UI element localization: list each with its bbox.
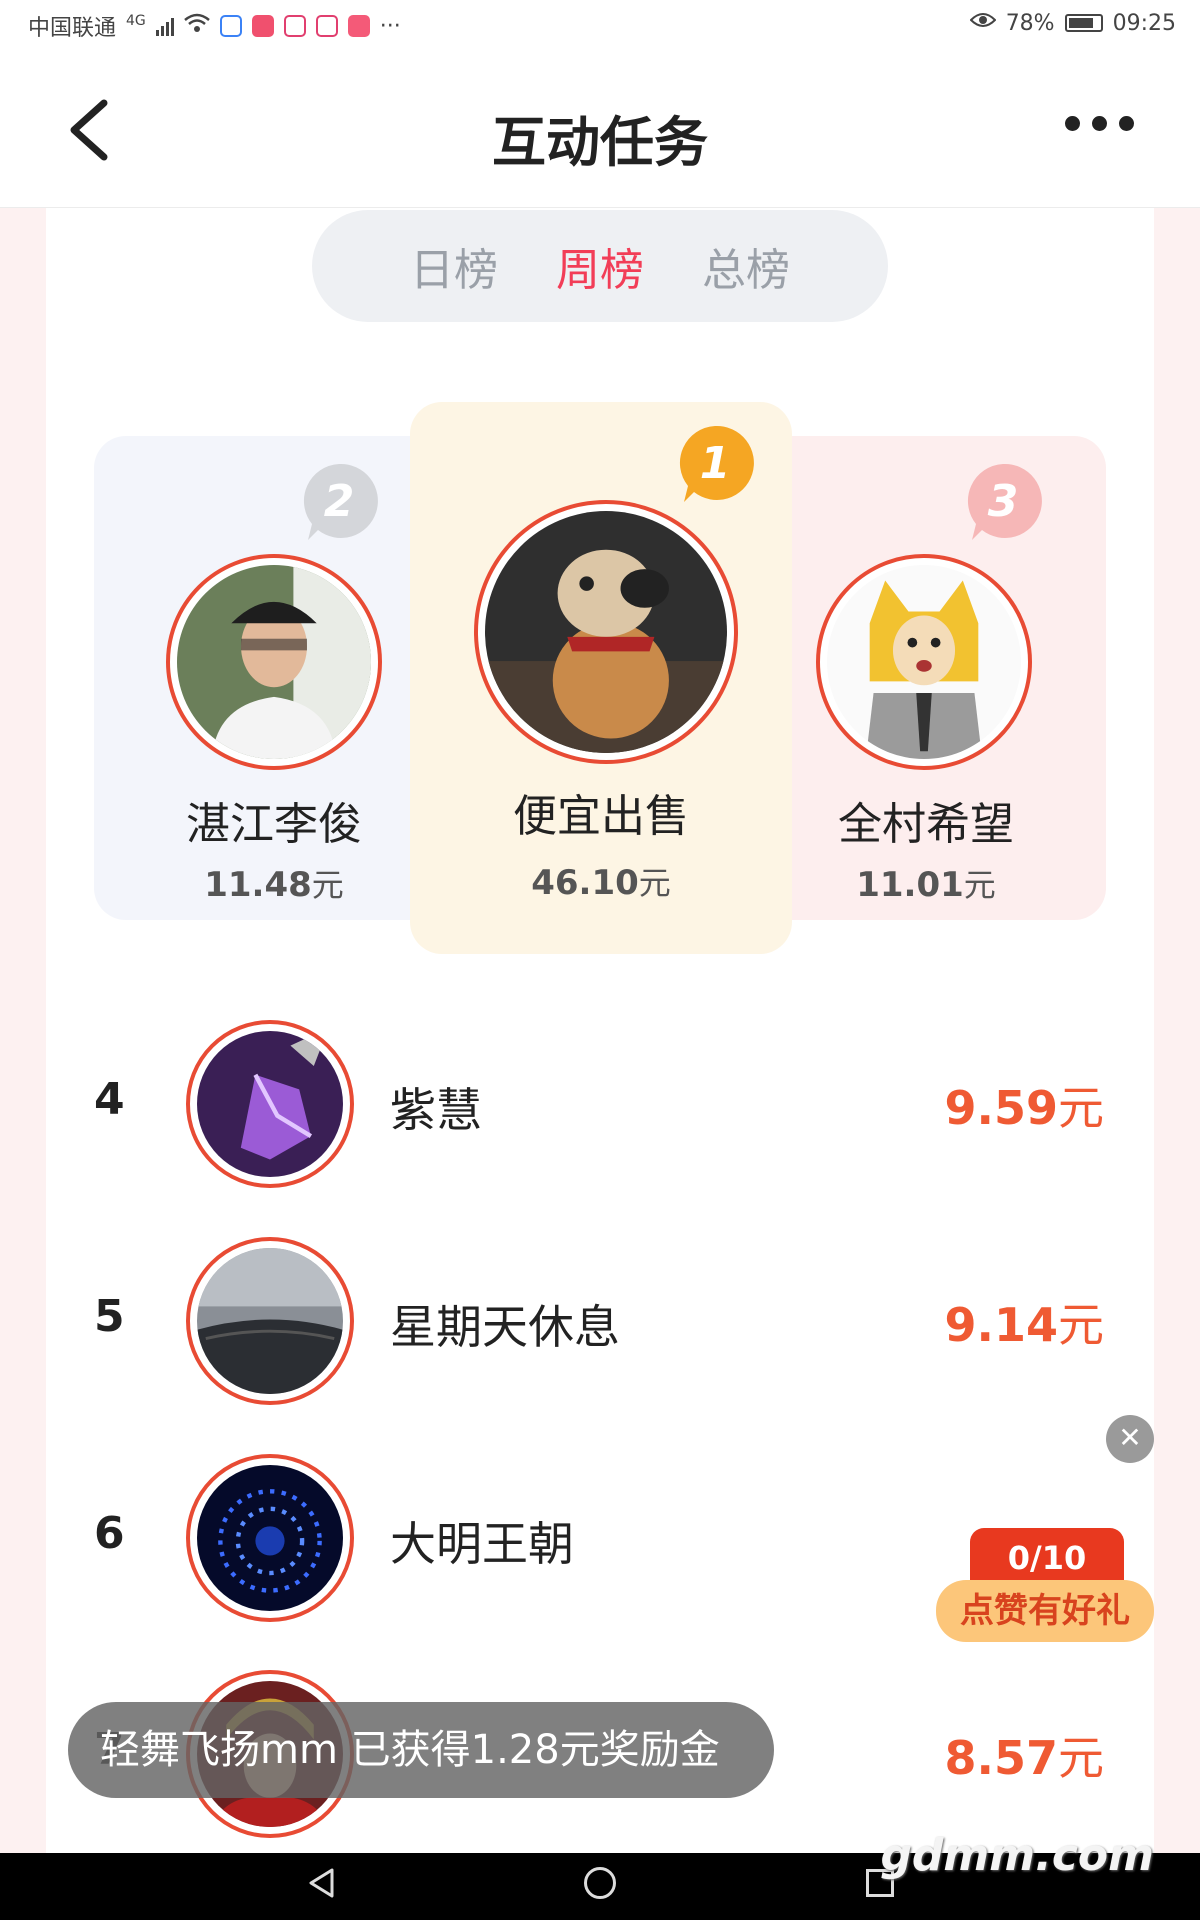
avatar	[816, 554, 1032, 770]
list-item-amount: 9.14元	[944, 1298, 1105, 1352]
list-item-name: 大明王朝	[390, 1517, 574, 1571]
dot-icon	[1092, 116, 1107, 131]
carrier-label: 中国联通	[28, 16, 117, 41]
podium-third[interactable]: 3 全村希望 11.01元	[746, 436, 1106, 920]
watermark: gdmm.com	[880, 1830, 1154, 1881]
svg-text:3: 3	[988, 476, 1019, 527]
network-type: 4G	[126, 13, 146, 29]
eye-comfort-icon	[969, 10, 997, 36]
svg-text:1: 1	[700, 438, 731, 489]
podium-name: 全村希望	[838, 799, 1014, 850]
reward-toast: 轻舞飞扬mm 已获得1.28元奖励金	[68, 1702, 774, 1798]
podium-name: 便宜出售	[513, 791, 689, 842]
app-icon-youku-2	[315, 15, 338, 37]
close-icon[interactable]: ✕	[1106, 1415, 1154, 1463]
page-title: 互动任务	[492, 111, 708, 174]
gift-label: 点赞有好礼	[936, 1580, 1154, 1642]
tab-weekly[interactable]: 周榜	[556, 234, 644, 298]
dot-icon	[1119, 116, 1134, 131]
more-options-button[interactable]	[1065, 116, 1134, 131]
wifi-icon	[183, 13, 210, 39]
podium-second[interactable]: 2 湛江李俊 11.48元	[94, 436, 454, 920]
battery-percent: 78%	[1005, 10, 1055, 36]
tab-daily[interactable]: 日榜	[410, 234, 498, 298]
ranking-tabs: 日榜 周榜 总榜	[312, 210, 888, 322]
app-icon-mail	[251, 15, 274, 37]
clock: 09:25	[1112, 10, 1176, 36]
avatar	[186, 1237, 354, 1405]
avatar	[474, 500, 738, 764]
nav-back-icon[interactable]	[306, 1867, 338, 1899]
nav-home-icon[interactable]	[584, 1867, 616, 1899]
app-header: 互动任务	[0, 50, 1200, 208]
rank-number: 6	[94, 1508, 125, 1559]
list-item-amount: 9.59元	[944, 1081, 1105, 1135]
svg-text:2: 2	[324, 476, 355, 527]
avatar	[166, 554, 382, 770]
podium-first[interactable]: 1 便宜出售 46.10元	[410, 402, 792, 954]
more-notifications-icon: ···	[379, 13, 401, 39]
rank-number: 4	[94, 1074, 125, 1125]
rank-3-medal-icon: 3	[967, 463, 1042, 540]
rank-2-medal-icon: 2	[303, 463, 378, 540]
podium-amount: 11.48元	[204, 865, 344, 905]
rank-1-medal-icon: 1	[679, 425, 754, 502]
list-item[interactable]: 4 紫慧 9.59元	[46, 1008, 1154, 1198]
list-item-name: 紫慧	[390, 1083, 482, 1137]
avatar	[186, 1020, 354, 1188]
app-icon-youku	[283, 15, 306, 37]
list-item-amount: 8.57元	[944, 1731, 1105, 1785]
podium-name: 湛江李俊	[186, 799, 362, 850]
list-item-name: 星期天休息	[390, 1300, 620, 1354]
dot-icon	[1065, 116, 1080, 131]
list-item[interactable]: 5 星期天休息 9.14元	[46, 1225, 1154, 1415]
signal-icon	[155, 16, 174, 36]
like-gift-badge[interactable]: 0/10 点赞有好礼	[936, 1528, 1154, 1644]
tab-total[interactable]: 总榜	[702, 234, 790, 298]
status-bar: 中国联通 4G ··· 78% 09:25	[0, 0, 1200, 50]
gift-progress: 0/10	[970, 1528, 1124, 1586]
avatar	[186, 1454, 354, 1622]
app-icon-red	[347, 15, 370, 37]
podium-amount: 11.01元	[856, 865, 996, 905]
podium-amount: 46.10元	[531, 863, 671, 903]
app-icon-m	[219, 15, 242, 37]
battery-icon	[1064, 14, 1103, 32]
rank-number: 5	[94, 1291, 125, 1342]
